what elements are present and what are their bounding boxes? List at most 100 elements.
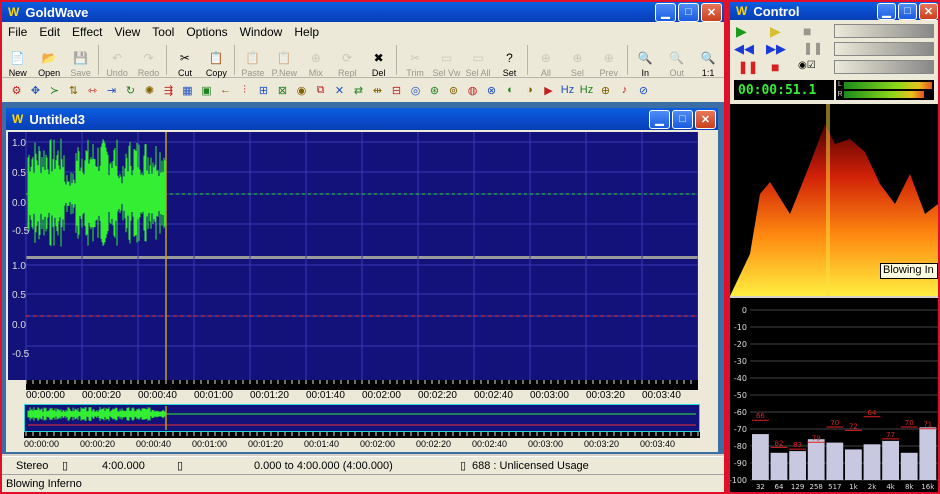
effect-tool-icon[interactable]: ◐ [502,81,519,99]
effect-tool-icon[interactable]: ⇹ [369,81,386,99]
waveform-view[interactable]: 1.0 0.5 0.0 -0.5 1.0 0.5 0.0 -0.5 [8,132,698,390]
toolbar-cut-icon: ✂ [179,50,190,65]
effect-tool-icon[interactable]: ⊞ [255,81,272,99]
effect-tool-icon[interactable]: ⇶ [160,81,177,99]
speed-slider[interactable] [834,60,934,74]
effect-tool-icon[interactable]: ≻ [46,81,63,99]
menu-effect[interactable]: Effect [66,25,108,39]
toolbar-cut-button[interactable]: ✂ Cut [169,42,200,78]
menu-options[interactable]: Options [180,25,233,39]
rewind-button[interactable]: ◀◀ [734,41,754,57]
toolbar-del-icon: ✖ [373,50,384,65]
toolbar-1-1-button[interactable]: 🔍 1:1 [692,42,723,78]
toolbar-save-button[interactable]: 💾 Save [65,42,96,78]
play-all-button[interactable]: ▶ [736,23,747,40]
menu-window[interactable]: Window [234,25,289,39]
effect-tool-icon[interactable]: ✥ [27,81,44,99]
effect-tool-icon[interactable]: ⇥ [103,81,120,99]
overview-tick-label: 00:02:00 [360,439,396,449]
pause-button[interactable]: ❚❚ [803,41,823,55]
effect-tool-icon[interactable]: ⇅ [65,81,82,99]
menu-file[interactable]: File [2,25,33,39]
toolbar-sel-button[interactable]: ⊕ Sel [562,42,593,78]
overview-wave-bg[interactable] [24,404,700,433]
effect-tool-icon[interactable]: ⇿ [84,81,101,99]
toolbar-trim-button[interactable]: ✂ Trim [399,42,430,78]
close-button[interactable]: ✕ [701,2,722,22]
toolbar-del-button[interactable]: ✖ Del [363,42,394,78]
effect-tool-icon[interactable]: ◍ [464,81,481,99]
effect-tool-icon[interactable]: ⊟ [388,81,405,99]
toolbar-mix-button[interactable]: ⊕ Mix [300,42,331,78]
effect-tool-icon[interactable]: ✺ [141,81,158,99]
monitor-toggle-icon[interactable]: ◉☑ [798,60,816,71]
menu-tool[interactable]: Tool [146,25,180,39]
toolbar-p-new-button[interactable]: 📋 P.New [269,42,300,78]
effect-tool-icon[interactable]: ⊗ [483,81,500,99]
balance-slider[interactable] [834,42,934,56]
effect-tool-icon[interactable]: ⫶ [236,81,253,99]
db-label: -60 [734,408,747,417]
effect-tool-icon[interactable]: ▦ [179,81,196,99]
effect-tool-icon[interactable]: ↻ [122,81,139,99]
play-selection-button[interactable]: ▶ [770,23,781,40]
minimize-button[interactable]: ▁ [655,2,676,22]
menu-view[interactable]: View [109,25,147,39]
doc-minimize-button[interactable]: ▁ [649,109,670,129]
toolbar-paste-button[interactable]: 📋 Paste [237,42,268,78]
effect-tool-icon[interactable]: ⧉ [312,81,329,99]
record-pause-button[interactable]: ❚❚ [738,60,758,74]
menu-help[interactable]: Help [288,25,325,39]
effect-tool-icon[interactable]: ✕ [331,81,348,99]
fast-forward-button[interactable]: ▶▶ [766,41,786,57]
effect-tool-icon[interactable]: ⊚ [445,81,462,99]
toolbar-sel-vw-button[interactable]: ▭ Sel Vw [431,42,462,78]
effect-tool-icon[interactable]: ⇄ [350,81,367,99]
time-tick-label: 00:03:40 [642,390,681,401]
toolbar-label: Sel All [465,67,491,78]
record-stop-button[interactable]: ■ [771,59,779,75]
doc-maximize-button[interactable]: □ [672,109,693,129]
stop-button-disabled[interactable]: ■ [803,23,811,39]
app-title: GoldWave [25,4,89,20]
effect-tool-icon[interactable]: ◎ [407,81,424,99]
maximize-button[interactable]: □ [678,2,699,22]
effect-tool-icon[interactable]: ▣ [198,81,215,99]
toolbar-all-button[interactable]: ⊕ All [530,42,561,78]
effect-tool-icon[interactable]: ← [217,81,234,99]
toolbar-sel-all-icon: ▭ [472,50,484,65]
toolbar-undo-button[interactable]: ↶ Undo [101,42,132,78]
effect-tool-icon[interactable]: Hz [578,81,595,99]
toolbar-open-button[interactable]: 📂 Open [33,42,64,78]
time-tick-label: 00:00:40 [138,390,177,401]
toolbar-set-button[interactable]: ? Set [494,42,525,78]
effect-tool-icon[interactable]: ⊛ [426,81,443,99]
toolbar-1-1-icon: 🔍 [700,50,716,65]
toolbar-p-new-icon: 📋 [276,50,292,65]
toolbar-out-button[interactable]: 🔍 Out [661,42,692,78]
control-maximize-button[interactable]: □ [898,2,917,20]
control-minimize-button[interactable]: ▁ [877,2,896,20]
effect-tool-icon[interactable]: ♪ [616,81,633,99]
volume-slider[interactable] [834,24,934,38]
toolbar-new-button[interactable]: 📄 New [2,42,33,78]
toolbar-copy-button[interactable]: 📋 Copy [201,42,232,78]
toolbar-prev-button[interactable]: ⊕ Prev [593,42,624,78]
control-close-button[interactable]: ✕ [919,2,938,20]
toolbar-repl-button[interactable]: ⟳ Repl [331,42,362,78]
effect-tool-icon[interactable]: ⊠ [274,81,291,99]
effect-tool-icon[interactable]: ▶ [540,81,557,99]
toolbar-label: Sel Vw [432,67,461,78]
toolbar-in-button[interactable]: 🔍 In [630,42,661,78]
effect-tool-icon[interactable]: ◑ [521,81,538,99]
effect-tool-icon[interactable]: ⊕ [597,81,614,99]
toolbar-sel-all-button[interactable]: ▭ Sel All [462,42,493,78]
effect-tool-icon[interactable]: ◉ [293,81,310,99]
toolbar-redo-button[interactable]: ↷ Redo [133,42,164,78]
effect-tool-icon[interactable]: ⊘ [635,81,652,99]
effect-tool-icon[interactable]: ⚙ [8,81,25,99]
doc-close-button[interactable]: ✕ [695,109,716,129]
overview-tick-label: 00:01:20 [248,439,284,449]
effect-tool-icon[interactable]: Hz [559,81,576,99]
menu-edit[interactable]: Edit [33,25,66,39]
